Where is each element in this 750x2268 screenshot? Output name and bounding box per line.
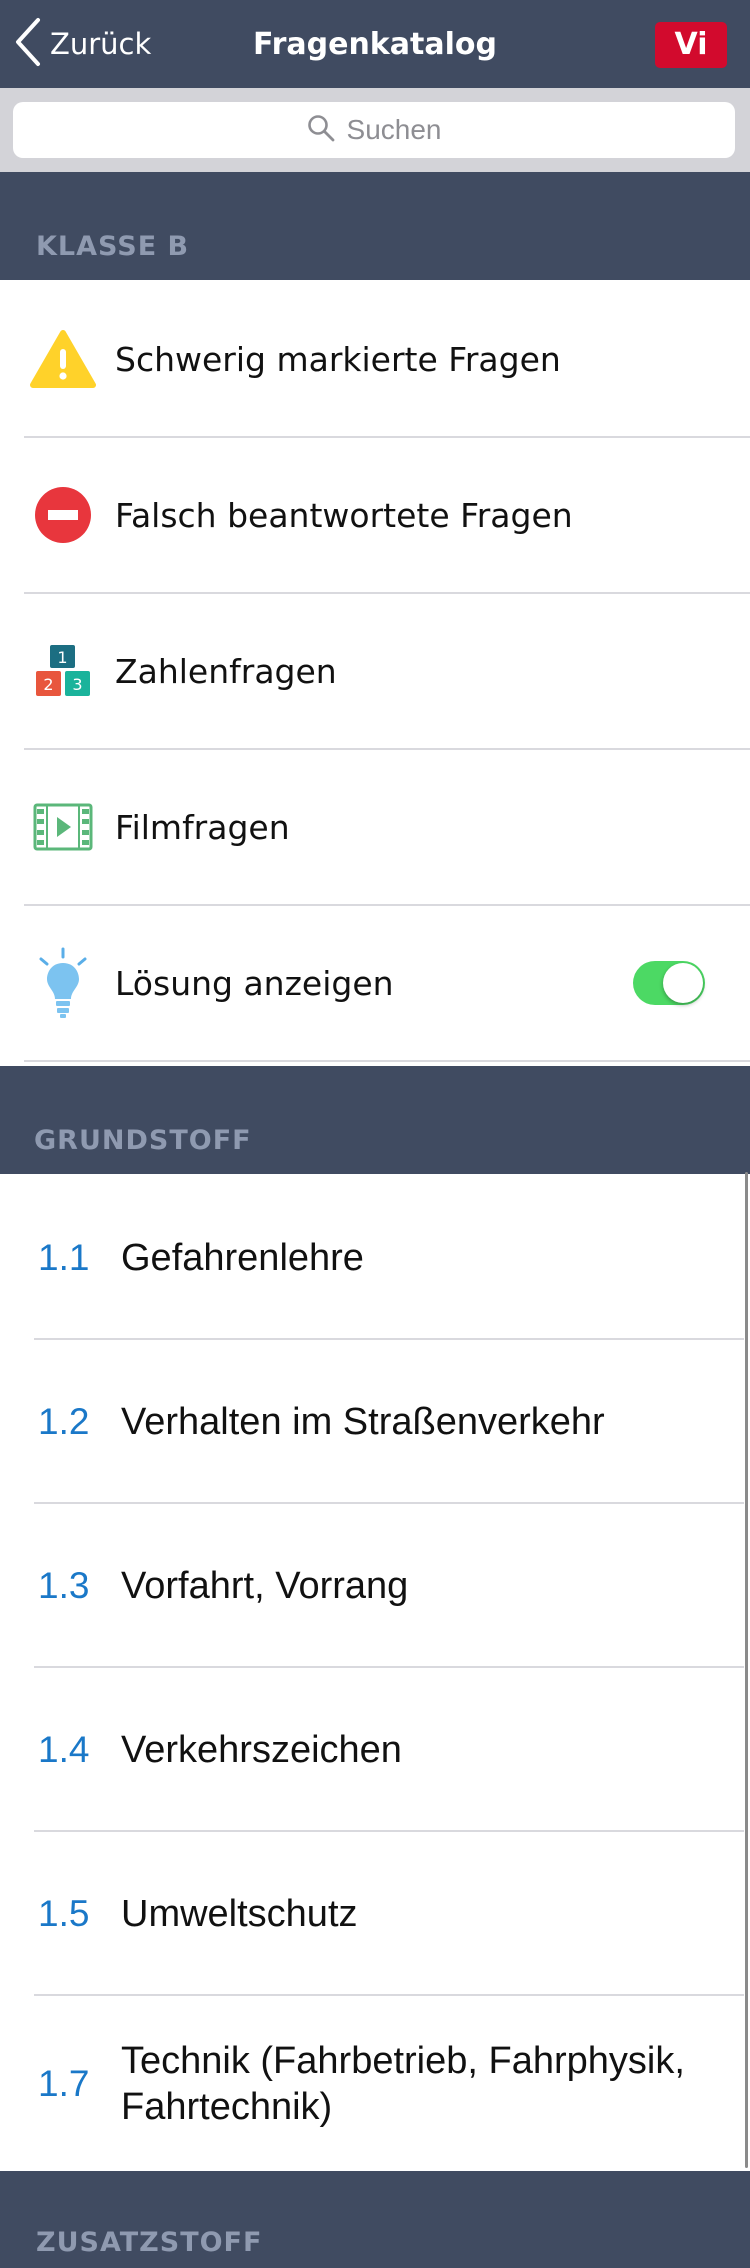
section-header-klasse-b: KLASSE B	[0, 172, 750, 280]
chapter-row[interactable]: 1.4 Verkehrszeichen	[0, 1668, 750, 1832]
chapter-row[interactable]: 1.1 Gefahrenlehre	[0, 1176, 750, 1340]
chapter-title: Verkehrszeichen	[121, 1729, 402, 1771]
list-item-label: Lösung anzeigen	[115, 964, 394, 1003]
chapter-number: 1.4	[38, 1729, 90, 1770]
list-item-marked-questions[interactable]: Schwerig markierte Fragen	[0, 282, 750, 438]
list-item-label: Zahlenfragen	[115, 652, 337, 691]
lightbulb-icon	[30, 947, 96, 1018]
navigation-bar: Zurück Fragenkatalog Vi	[0, 0, 750, 88]
number-blocks-icon: 123	[30, 638, 96, 704]
section-header-label: KLASSE B	[36, 231, 190, 262]
chapter-number: 1.1	[38, 1237, 90, 1278]
search-placeholder: Suchen	[346, 114, 442, 145]
divider	[24, 1060, 750, 1062]
chapter-number: 1.2	[38, 1401, 90, 1442]
chapter-row[interactable]: 1.7 Technik (Fahrbetrieb, Fahrphysik, Fa…	[0, 1996, 750, 2171]
film-icon	[30, 794, 96, 860]
chapter-number: 1.3	[38, 1565, 90, 1606]
section-header-grundstoff: GRUNDSTOFF	[0, 1066, 750, 1174]
list-item-label: Schwerig markierte Fragen	[115, 340, 561, 379]
scroll-indicator[interactable]	[745, 1172, 748, 2168]
svg-text:2: 2	[43, 675, 53, 694]
chapter-title: Verhalten im Straßenverkehr	[121, 1401, 605, 1443]
chapter-row[interactable]: 1.2 Verhalten im Straßenverkehr	[0, 1340, 750, 1504]
svg-text:3: 3	[72, 675, 82, 694]
list-item-film-questions[interactable]: Filmfragen	[0, 750, 750, 906]
section-header-label: GRUNDSTOFF	[34, 1125, 252, 1156]
chapter-title: Vorfahrt, Vorrang	[121, 1565, 409, 1607]
brand-badge[interactable]: Vi	[655, 22, 727, 68]
chapter-row[interactable]: 1.3 Vorfahrt, Vorrang	[0, 1504, 750, 1668]
svg-text:1: 1	[57, 648, 67, 667]
list-item-wrong-answers[interactable]: Falsch beantwortete Fragen	[0, 438, 750, 594]
chapter-title: Umweltschutz	[121, 1893, 358, 1935]
search-input[interactable]: Suchen	[13, 102, 735, 158]
list-item-show-solution: Lösung anzeigen	[0, 906, 750, 1062]
no-entry-icon	[30, 482, 96, 548]
chapter-number: 1.7	[38, 2063, 90, 2104]
chapter-title: Technik (Fahrbetrieb, Fahrphysik, Fahrte…	[121, 2039, 685, 2128]
chapter-title: Gefahrenlehre	[121, 1237, 364, 1279]
list-item-label: Falsch beantwortete Fragen	[115, 496, 573, 535]
section-header-label: ZUSATZSTOFF	[36, 2227, 263, 2258]
chapter-number: 1.5	[38, 1893, 90, 1934]
list-item-label: Filmfragen	[115, 808, 290, 847]
page-title: Fragenkatalog	[253, 27, 497, 62]
search-icon	[307, 114, 335, 146]
show-solution-toggle[interactable]	[633, 961, 705, 1005]
search-bar: Suchen	[0, 88, 750, 172]
warning-icon	[30, 326, 96, 392]
list-item-number-questions[interactable]: 123 Zahlenfragen	[0, 594, 750, 750]
toggle-knob	[663, 963, 703, 1003]
chapter-row[interactable]: 1.5 Umweltschutz	[0, 1832, 750, 1996]
section-header-zusatzstoff: ZUSATZSTOFF	[0, 2171, 750, 2268]
